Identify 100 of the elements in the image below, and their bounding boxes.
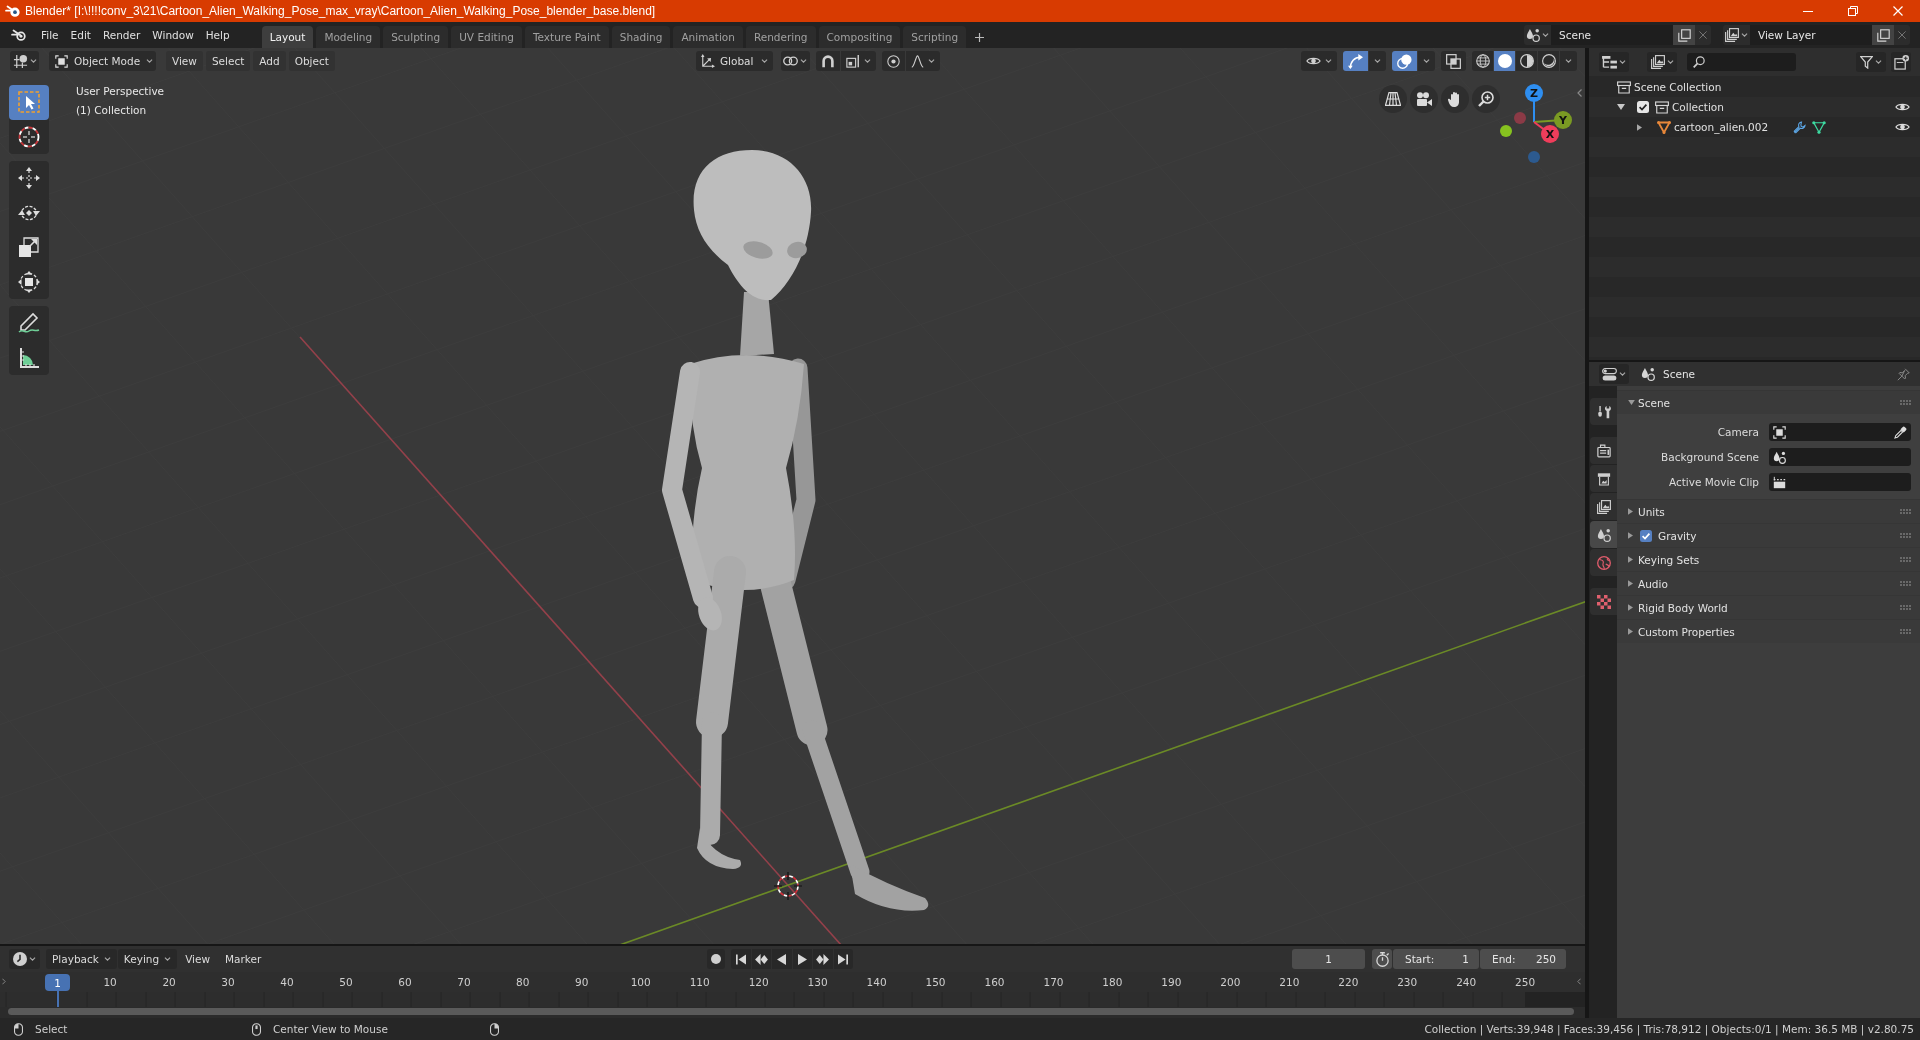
menu-item[interactable]: File — [35, 25, 65, 45]
overlays-toggle[interactable] — [1392, 51, 1417, 71]
start-frame-field[interactable]: Start: 1 — [1393, 949, 1479, 969]
wrench-icon[interactable] — [1793, 120, 1807, 134]
camera-view-button[interactable] — [1410, 85, 1438, 113]
tool-tab[interactable] — [1590, 398, 1617, 425]
view-layer-filter-dropdown[interactable] — [1647, 52, 1677, 72]
scrollbar[interactable] — [8, 1008, 1574, 1015]
workspace-tab[interactable]: Compositing — [818, 26, 901, 48]
texture-tab[interactable] — [1590, 588, 1617, 615]
visibility-dropdown[interactable] — [1301, 51, 1337, 71]
world-tab[interactable] — [1590, 549, 1617, 576]
copy-button[interactable] — [1872, 25, 1894, 45]
background-scene-field[interactable] — [1769, 448, 1911, 466]
workspace-tab[interactable]: Shading — [611, 26, 671, 48]
triangle-down-icon[interactable] — [1617, 104, 1625, 110]
chevron-left-icon[interactable] — [1577, 978, 1581, 985]
chevron-left-icon[interactable] — [1577, 89, 1582, 97]
output-tab[interactable] — [1590, 465, 1617, 492]
menu-dropdown[interactable]: Playback — [46, 949, 117, 969]
falloff-dropdown[interactable] — [905, 51, 940, 71]
pan-view-button[interactable] — [1441, 85, 1469, 113]
triangle-right-icon[interactable] — [1628, 628, 1633, 635]
solid-shading-button[interactable] — [1494, 51, 1515, 71]
triangle-right-icon[interactable] — [1628, 508, 1633, 515]
workspace-tab[interactable]: Layout — [261, 26, 314, 48]
wireframe-shading-button[interactable] — [1472, 51, 1493, 71]
scene-browse-button[interactable] — [1524, 25, 1551, 45]
menu-item[interactable]: Edit — [64, 25, 97, 45]
workspace-tab[interactable]: Modeling — [316, 26, 381, 48]
remove-button[interactable] — [1894, 25, 1910, 45]
next-keyframe-button[interactable] — [813, 949, 833, 969]
menu-item[interactable]: Render — [96, 25, 147, 45]
triangle-right-icon[interactable] — [1628, 532, 1633, 539]
scene-name-field[interactable]: Scene — [1551, 25, 1673, 45]
end-frame-field[interactable]: End: 250 — [1480, 949, 1566, 969]
menu-button[interactable]: Add — [253, 51, 286, 71]
workspace-tab[interactable]: Scripting — [903, 26, 967, 48]
gizmo-options-dropdown[interactable] — [1369, 51, 1386, 71]
menu-item[interactable]: Help — [199, 25, 236, 45]
previous-keyframe-button[interactable] — [751, 949, 772, 969]
overlay-options-dropdown[interactable] — [1418, 51, 1435, 71]
view-layer-tab[interactable] — [1590, 493, 1617, 520]
copy-button[interactable] — [1673, 25, 1695, 45]
filter-dropdown[interactable] — [1856, 52, 1886, 72]
rendered-shading-button[interactable] — [1538, 51, 1559, 71]
eye-icon[interactable] — [1895, 102, 1910, 112]
editor-type-button[interactable] — [9, 949, 40, 969]
pivot-dropdown[interactable] — [780, 51, 810, 71]
chevron-right-icon[interactable] — [2, 978, 6, 985]
triangle-right-icon[interactable] — [1628, 580, 1633, 587]
workspace-tab[interactable]: Animation — [673, 26, 743, 48]
workspace-tab[interactable]: UV Editing — [451, 26, 522, 48]
axis-dot-icon[interactable] — [1500, 125, 1512, 137]
workspace-tab[interactable]: Rendering — [745, 26, 816, 48]
menu-item[interactable]: Window — [146, 25, 200, 45]
triangle-vertices-icon[interactable] — [1812, 120, 1827, 134]
play-reverse-button[interactable] — [772, 949, 792, 969]
menu-button[interactable]: View — [178, 949, 218, 969]
material-shading-button[interactable] — [1516, 51, 1537, 71]
new-collection-button[interactable] — [1891, 52, 1911, 72]
gizmo-toggle[interactable] — [1343, 51, 1368, 71]
search-field[interactable] — [1687, 53, 1796, 71]
render-tab[interactable] — [1590, 437, 1617, 464]
editor-type-button[interactable] — [10, 51, 39, 71]
triangle-right-icon[interactable] — [1628, 604, 1633, 611]
preview-range-toggle[interactable] — [1372, 949, 1392, 969]
axis-dot-icon[interactable] — [1514, 112, 1526, 124]
view-layer-name-field[interactable]: View Layer — [1750, 25, 1872, 45]
tree-item-label[interactable]: Scene Collection — [1634, 81, 1722, 93]
jump-to-start-button[interactable] — [731, 949, 751, 969]
zoom-view-button[interactable] — [1472, 85, 1500, 113]
axis-dot-icon[interactable] — [1528, 151, 1540, 163]
triangle-down-icon[interactable] — [1628, 400, 1635, 405]
movie-clip-field[interactable] — [1769, 473, 1911, 491]
menu-button[interactable]: Select — [205, 51, 251, 71]
triangle-right-icon[interactable] — [1628, 556, 1633, 563]
orientation-dropdown[interactable]: Global — [695, 51, 773, 71]
menu-dropdown[interactable]: Keying — [117, 949, 178, 969]
tree-item-label[interactable]: Collection — [1672, 101, 1724, 113]
camera-field[interactable] — [1769, 423, 1911, 441]
perspective-toggle-button[interactable] — [1379, 85, 1407, 113]
eye-icon[interactable] — [1895, 122, 1910, 132]
proportional-editing-toggle[interactable] — [881, 51, 905, 71]
pin-icon[interactable] — [1897, 367, 1910, 381]
checkbox[interactable] — [1640, 529, 1652, 542]
auto-keying-toggle[interactable] — [707, 949, 726, 969]
tree-item-label[interactable]: cartoon_alien.002 — [1674, 121, 1769, 133]
workspace-tab[interactable]: Sculpting — [383, 26, 449, 48]
workspace-tab[interactable]: Texture Paint — [524, 26, 609, 48]
current-frame-field[interactable]: 1 — [1292, 949, 1365, 969]
gizmo-axis[interactable]: Z — [1525, 84, 1543, 123]
jump-to-end-button[interactable] — [833, 949, 854, 969]
view-layer-browse-button[interactable] — [1723, 25, 1750, 45]
play-button[interactable] — [792, 949, 813, 969]
triangle-right-icon[interactable] — [1637, 123, 1642, 131]
checkbox[interactable] — [1637, 101, 1649, 113]
snap-target-dropdown[interactable] — [840, 51, 876, 71]
menu-button[interactable]: Marker — [218, 949, 269, 969]
mode-dropdown[interactable]: Object Mode — [49, 51, 156, 71]
